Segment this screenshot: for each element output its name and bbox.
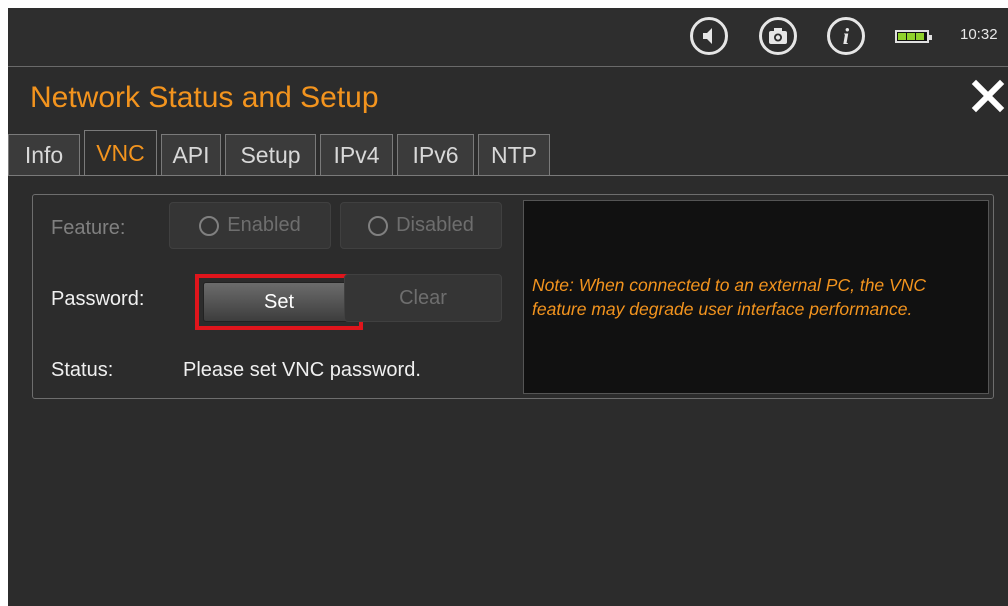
radio-circle-icon	[199, 215, 220, 236]
camera-icon[interactable]	[759, 17, 797, 55]
page-title: Network Status and Setup	[30, 81, 379, 114]
status-bar: i 10:32	[8, 8, 1008, 67]
tab-bar: Info VNC API Setup IPv4 IPv6 NTP	[8, 130, 554, 176]
vnc-note: Note: When connected to an external PC, …	[523, 200, 989, 394]
tab-info[interactable]: Info	[8, 134, 80, 176]
device-screen: i 10:32 Network Status and Setup Info VN…	[8, 8, 1008, 606]
close-icon[interactable]	[968, 76, 1008, 116]
clear-button[interactable]: Clear	[344, 274, 502, 322]
tab-api[interactable]: API	[161, 134, 221, 176]
vnc-panel: Feature: Enabled Disabled Password: Set …	[32, 194, 994, 399]
password-label: Password:	[51, 288, 145, 310]
enabled-label: Enabled	[227, 214, 301, 236]
tab-vnc[interactable]: VNC	[84, 130, 157, 176]
note-text: Note: When connected to an external PC, …	[532, 275, 926, 319]
status-label: Status:	[51, 359, 114, 381]
tab-setup[interactable]: Setup	[225, 134, 316, 176]
disabled-radio[interactable]: Disabled	[340, 202, 502, 249]
status-value: Please set VNC password.	[183, 359, 421, 381]
info-icon[interactable]: i	[827, 17, 865, 55]
tab-ipv6[interactable]: IPv6	[397, 134, 474, 176]
tab-divider	[8, 175, 1008, 176]
tab-ntp[interactable]: NTP	[478, 134, 550, 176]
set-button-highlight: Set	[195, 274, 363, 330]
radio-circle-icon	[368, 215, 389, 236]
speaker-icon[interactable]	[690, 17, 728, 55]
set-button[interactable]: Set	[203, 282, 355, 322]
battery-icon	[895, 30, 932, 43]
clock: 10:32	[960, 26, 998, 43]
tab-ipv4[interactable]: IPv4	[320, 134, 393, 176]
svg-text:i: i	[843, 24, 850, 49]
enabled-radio[interactable]: Enabled	[169, 202, 331, 249]
disabled-label: Disabled	[396, 214, 474, 236]
feature-label: Feature:	[51, 217, 126, 239]
